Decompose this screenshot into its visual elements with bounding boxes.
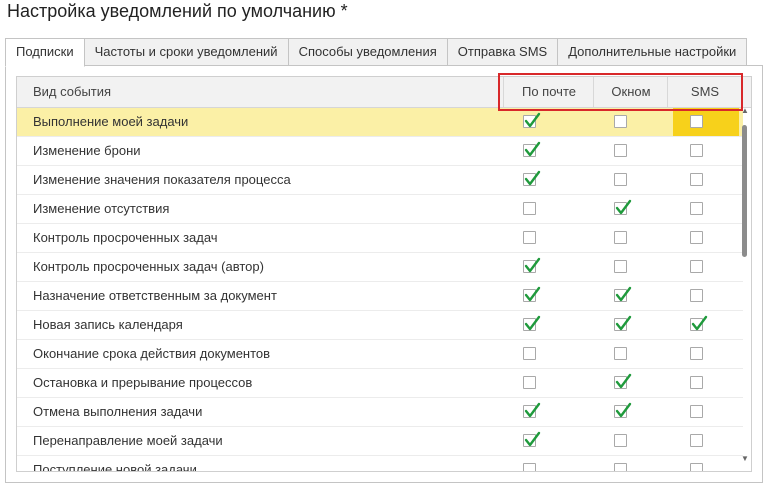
table-row[interactable]: Изменение значения показателя процесса [17, 166, 743, 195]
window-checkbox[interactable] [614, 463, 627, 471]
table-row[interactable]: Окончание срока действия документов [17, 340, 743, 369]
column-header-mail[interactable]: По почте [503, 77, 594, 107]
sms-checkbox[interactable] [690, 144, 703, 157]
subscriptions-table: Вид события По почте Окном SMS Выполнени… [16, 76, 752, 472]
sms-checkbox[interactable] [690, 260, 703, 273]
column-header-event[interactable]: Вид события [33, 77, 111, 107]
sms-checkbox[interactable] [690, 202, 703, 215]
tab-frequencies[interactable]: Частоты и сроки уведомлений [83, 38, 289, 66]
sms-checkbox[interactable] [690, 434, 703, 447]
table-row[interactable]: Изменение отсутствия [17, 195, 743, 224]
tab-bar: Подписки Частоты и сроки уведомлений Спо… [5, 38, 748, 67]
event-label: Выполнение моей задачи [33, 114, 189, 129]
scroll-up-arrow-icon[interactable]: ▲ [741, 107, 749, 115]
sms-checkbox[interactable] [690, 376, 703, 389]
mail-checkbox[interactable] [523, 231, 536, 244]
sms-checkbox[interactable] [690, 115, 703, 128]
event-label: Контроль просроченных задач (автор) [33, 259, 264, 274]
column-header-sms[interactable]: SMS [667, 77, 742, 107]
event-label: Отмена выполнения задачи [33, 404, 203, 419]
tab-sms-sending[interactable]: Отправка SMS [446, 38, 559, 66]
event-label: Изменение брони [33, 143, 141, 158]
sms-cell-highlight [673, 108, 739, 136]
scroll-down-arrow-icon[interactable]: ▼ [741, 455, 749, 463]
table-row[interactable]: Отмена выполнения задачи [17, 398, 743, 427]
mail-checkbox[interactable] [523, 141, 541, 157]
mail-checkbox[interactable] [523, 347, 536, 360]
window-checkbox[interactable] [614, 231, 627, 244]
window-checkbox[interactable] [614, 260, 627, 273]
event-label: Назначение ответственным за документ [33, 288, 277, 303]
window-checkbox[interactable] [614, 144, 627, 157]
sms-checkbox[interactable] [690, 289, 703, 302]
window-checkbox[interactable] [614, 402, 632, 418]
event-label: Поступление новой задачи [33, 462, 197, 472]
window-checkbox[interactable] [614, 199, 632, 215]
vertical-scrollbar[interactable]: ▲ ▼ [740, 107, 750, 467]
mail-checkbox[interactable] [523, 402, 541, 418]
table-row[interactable]: Остановка и прерывание процессов [17, 369, 743, 398]
mail-checkbox[interactable] [523, 376, 536, 389]
mail-checkbox[interactable] [523, 315, 541, 331]
table-row[interactable]: Перенаправление моей задачи [17, 427, 743, 456]
window-checkbox[interactable] [614, 434, 627, 447]
sms-checkbox[interactable] [690, 405, 703, 418]
column-header-window[interactable]: Окном [593, 77, 668, 107]
tab-additional-settings[interactable]: Дополнительные настройки [557, 38, 748, 66]
event-label: Изменение отсутствия [33, 201, 170, 216]
event-label: Окончание срока действия документов [33, 346, 271, 361]
window-checkbox[interactable] [614, 315, 632, 331]
mail-checkbox[interactable] [523, 431, 541, 447]
table-row[interactable]: Выполнение моей задачи [17, 108, 743, 137]
event-label: Перенаправление моей задачи [33, 433, 223, 448]
sms-checkbox[interactable] [690, 231, 703, 244]
event-label: Изменение значения показателя процесса [33, 172, 291, 187]
mail-checkbox[interactable] [523, 286, 541, 302]
window-checkbox[interactable] [614, 373, 632, 389]
event-label: Контроль просроченных задач [33, 230, 218, 245]
mail-checkbox[interactable] [523, 463, 536, 471]
table-row[interactable]: Поступление новой задачи [17, 456, 743, 472]
window-checkbox[interactable] [614, 173, 627, 186]
table-row[interactable]: Изменение брони [17, 137, 743, 166]
mail-checkbox[interactable] [523, 112, 541, 128]
scrollbar-thumb[interactable] [742, 125, 747, 257]
mail-checkbox[interactable] [523, 257, 541, 273]
table-row[interactable]: Контроль просроченных задач [17, 224, 743, 253]
sms-checkbox[interactable] [690, 315, 708, 331]
window-checkbox[interactable] [614, 286, 632, 302]
mail-checkbox[interactable] [523, 170, 541, 186]
sms-checkbox[interactable] [690, 173, 703, 186]
event-label: Новая запись календаря [33, 317, 183, 332]
tab-notification-methods[interactable]: Способы уведомления [287, 38, 448, 66]
tab-subscriptions[interactable]: Подписки [5, 38, 85, 67]
table-row[interactable]: Новая запись календаря [17, 311, 743, 340]
table-header: Вид события По почте Окном SMS [17, 77, 751, 108]
table-row[interactable]: Назначение ответственным за документ [17, 282, 743, 311]
event-label: Остановка и прерывание процессов [33, 375, 253, 390]
mail-checkbox[interactable] [523, 202, 536, 215]
window-checkbox[interactable] [614, 347, 627, 360]
table-row[interactable]: Контроль просроченных задач (автор) [17, 253, 743, 282]
page-title: Настройка уведомлений по умолчанию * [7, 1, 348, 21]
sms-checkbox[interactable] [690, 463, 703, 471]
window-checkbox[interactable] [614, 115, 627, 128]
sms-checkbox[interactable] [690, 347, 703, 360]
